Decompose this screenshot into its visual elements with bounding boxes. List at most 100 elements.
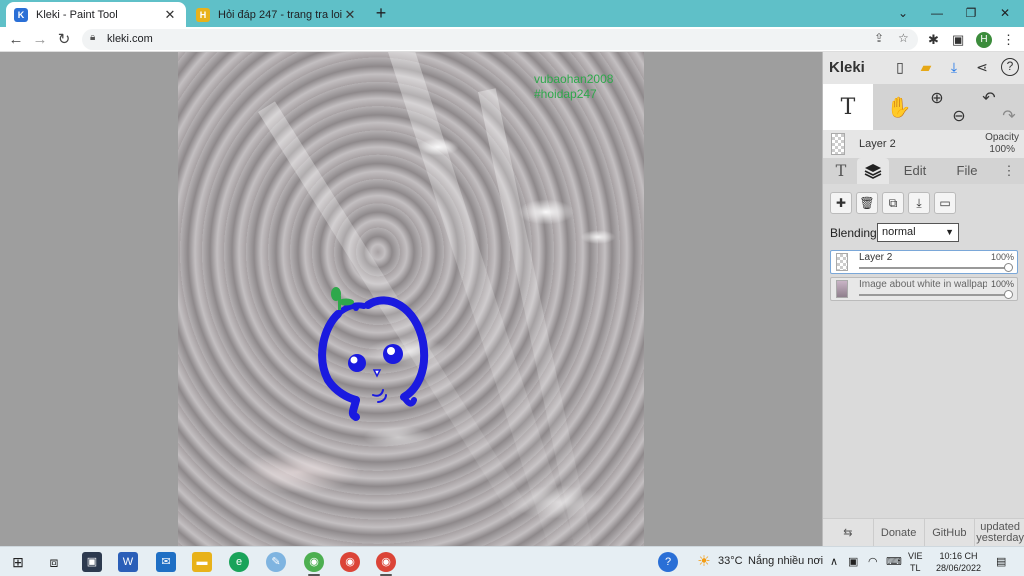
hand-tool-button[interactable]: ✋ [879,84,919,130]
kleki-panel: Kleki ▯ ▰ ⤓ ⋖ ? T ✋ ⊕ ⊖ ↶ ↷ Layer 2 Opac… [822,52,1024,547]
tab-file[interactable]: File [947,158,987,184]
slider-knob[interactable] [1004,263,1013,272]
zoom-in-button[interactable]: ⊕ [927,84,947,112]
profile-avatar[interactable]: H [976,32,992,48]
layer-item[interactable]: Image about white in wallpaper 100% [830,277,1018,301]
lang-bottom: TL [910,563,921,573]
url-text[interactable]: kleki.com [107,33,153,45]
layer-thumbnail [836,280,848,298]
wifi-icon[interactable]: ◠ [868,555,878,568]
notifications-icon[interactable]: ▤ [996,555,1006,568]
layer-item[interactable]: Layer 2 100% [830,250,1018,274]
layer-opacity-slider[interactable] [859,267,1009,269]
chrome-profile-icon[interactable]: ◉ [376,552,396,576]
paint-icon[interactable]: ✎ [266,552,286,572]
panel-tabs: T Edit File ⋮ [823,158,1024,184]
lang-top: VIE [908,551,923,561]
undo-button[interactable]: ↶ [979,84,999,112]
github-link[interactable]: GitHub [925,518,976,547]
doodle-drawing [318,287,429,421]
new-file-icon[interactable]: ▯ [891,58,909,76]
tab-edit[interactable]: Edit [895,158,935,184]
weather-text[interactable]: Nắng nhiều nơi [748,555,823,567]
panel-footer: ⇆ Donate GitHub updated yesterday [823,518,1024,547]
weather-temp[interactable]: 33°C [718,555,743,567]
updated-when: yesterday [976,531,1024,544]
more-options-icon[interactable]: ⋮ [999,158,1019,184]
side-panel-icon[interactable]: ▣ [952,32,964,48]
tab-hoidap[interactable]: H Hỏi đáp 247 - trang tra loi ✕ [188,2,366,27]
chevron-down-icon: ▼ [945,227,954,237]
close-tab-icon[interactable]: ✕ [162,7,178,23]
file-explorer-icon[interactable]: ▬ [192,552,212,572]
rename-layer-button[interactable]: ▭ [934,192,956,214]
bookmark-star-icon[interactable]: ☆ [898,31,909,45]
taskbar: ⊞ ⧈ ▣ W ✉ ▬ e ✎ ◉ ◉ ◉ ? ☀ 33°C Nắng nhiề… [0,546,1024,576]
duplicate-layer-button[interactable]: ⧉ [882,192,904,214]
layers-icon [864,164,882,179]
task-view-icon[interactable]: ⧈ [44,552,64,572]
blending-select[interactable]: normal ▼ [877,223,959,242]
help-tray-icon[interactable]: ? [658,552,678,572]
new-tab-button[interactable]: + [372,4,390,22]
tray-app-icon[interactable]: ▣ [848,555,858,568]
system-clock[interactable]: 10:16 CH 28/06/2022 [936,550,981,574]
layer-name: Layer 2 [859,252,893,263]
layer-thumbnail [831,133,845,155]
close-tab-icon[interactable]: ✕ [342,7,358,23]
close-window-button[interactable]: ✕ [988,2,1022,24]
back-button[interactable]: ← [6,30,26,50]
kleki-logo[interactable]: Kleki [829,59,865,76]
omnibox[interactable]: 🔒︎ kleki.com ⇪ ☆ [82,29,918,50]
tab-search-icon[interactable]: ⌄ [886,2,920,24]
share-icon[interactable]: ⋖ [973,58,991,76]
blending-label: Blending [830,226,877,240]
layer-opacity: 100% [990,279,1014,289]
minimize-button[interactable]: — [920,2,954,24]
layer-opacity: 100% [990,252,1014,262]
mail-icon[interactable]: ✉ [156,552,176,572]
extensions-icon[interactable]: ✱ [928,32,939,48]
slider-knob[interactable] [1004,290,1013,299]
open-folder-icon[interactable]: ▰ [917,58,935,76]
edge-icon[interactable]: e [229,552,249,572]
delete-layer-button[interactable]: 🗑︎ [856,192,878,214]
chrome-app-icon[interactable]: ◉ [304,552,324,576]
windows-start-icon[interactable]: ⊞ [8,552,28,572]
weather-icon[interactable]: ☀ [694,552,714,572]
layer-opacity-slider[interactable] [859,294,1009,296]
input-language[interactable]: VIE TL [908,550,923,574]
restore-button[interactable]: ❐ [954,2,988,24]
merge-layer-button[interactable]: ⤓ [908,192,930,214]
tab-text[interactable]: T [827,158,855,184]
address-bar: ← → ↻ 🔒︎ kleki.com ⇪ ☆ ✱ ▣ H ⋮ [0,27,1024,52]
tab-layers[interactable] [857,158,889,184]
reload-button[interactable]: ↻ [54,30,74,50]
layer-name: Image about white in wallpaper [859,279,987,290]
menu-kebab-icon[interactable]: ⋮ [1002,32,1015,48]
tab-kleki[interactable]: K Kleki - Paint Tool ✕ [6,2,186,27]
zoom-app-icon[interactable]: ▣ [82,552,102,572]
swap-panel-icon[interactable]: ⇆ [823,518,874,547]
tab-title: Kleki - Paint Tool [36,8,118,21]
help-icon[interactable]: ? [1001,58,1019,76]
current-layer-name: Layer 2 [859,138,896,150]
drawing-canvas[interactable]: vubaohan2008 #hoidap247 [178,52,644,546]
clock-date: 28/06/2022 [936,563,982,573]
share-page-icon[interactable]: ⇪ [874,31,884,45]
keyboard-icon[interactable]: ⌨ [886,555,902,568]
donate-link[interactable]: Donate [874,518,925,547]
forward-button[interactable]: → [30,30,50,50]
clock-time: 10:16 CH [939,551,978,561]
redo-button[interactable]: ↷ [999,102,1019,130]
word-icon[interactable]: W [118,552,138,572]
hoidap-favicon-icon: H [196,7,210,22]
download-icon[interactable]: ⤓ [945,58,963,76]
tray-overflow-icon[interactable]: ∧ [830,555,838,568]
layer-thumbnail [836,253,848,271]
lock-icon[interactable]: 🔒︎ [90,32,95,43]
add-layer-button[interactable]: ✚ [830,192,852,214]
text-tool-button[interactable]: T [823,84,873,130]
chrome-icon[interactable]: ◉ [340,552,360,572]
zoom-out-button[interactable]: ⊖ [949,102,969,130]
